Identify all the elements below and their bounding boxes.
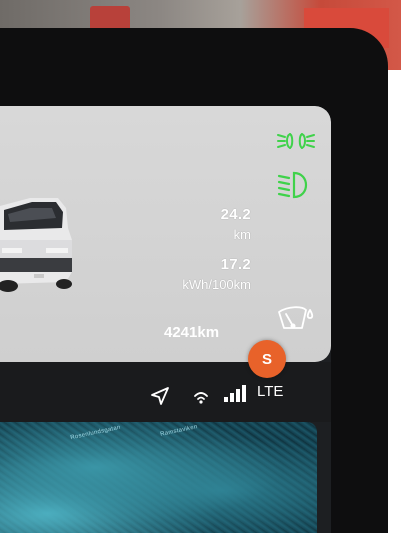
profile-avatar-button[interactable]: S <box>248 340 286 378</box>
navigation-arrow-icon <box>151 387 169 405</box>
map-label: Ramstaviken <box>159 424 199 438</box>
wiper-washer-icon <box>278 306 314 329</box>
photo-frame: 24.2 km 17.2 kWh/100km 4241km LTE Rosenl… <box>0 0 401 533</box>
trip-distance-unit: km <box>233 227 251 242</box>
low-beam-icon <box>277 171 308 199</box>
car-render-icon <box>0 198 72 292</box>
trip-distance-value: 24.2 <box>220 206 251 223</box>
trip-distance: 24.2 km <box>221 206 251 242</box>
center-display: 24.2 km 17.2 kWh/100km 4241km LTE Rosenl… <box>0 106 331 533</box>
driver-info-panel: 24.2 km 17.2 kWh/100km 4241km <box>0 106 331 362</box>
energy-consumption-unit: kWh/100km <box>182 277 251 292</box>
network-type: LTE <box>257 383 284 400</box>
map-label: Rosenlundsgatan <box>69 424 122 442</box>
wifi-icon <box>194 392 208 404</box>
signal-bars-icon <box>224 385 246 402</box>
parking-lights-icon <box>277 133 315 149</box>
odometer: 4241km <box>164 324 220 341</box>
satellite-map[interactable]: Rosenlundsgatan Ramstaviken <box>0 422 317 533</box>
energy-consumption: 17.2 kWh/100km <box>182 256 251 292</box>
energy-consumption-value: 17.2 <box>220 256 251 273</box>
